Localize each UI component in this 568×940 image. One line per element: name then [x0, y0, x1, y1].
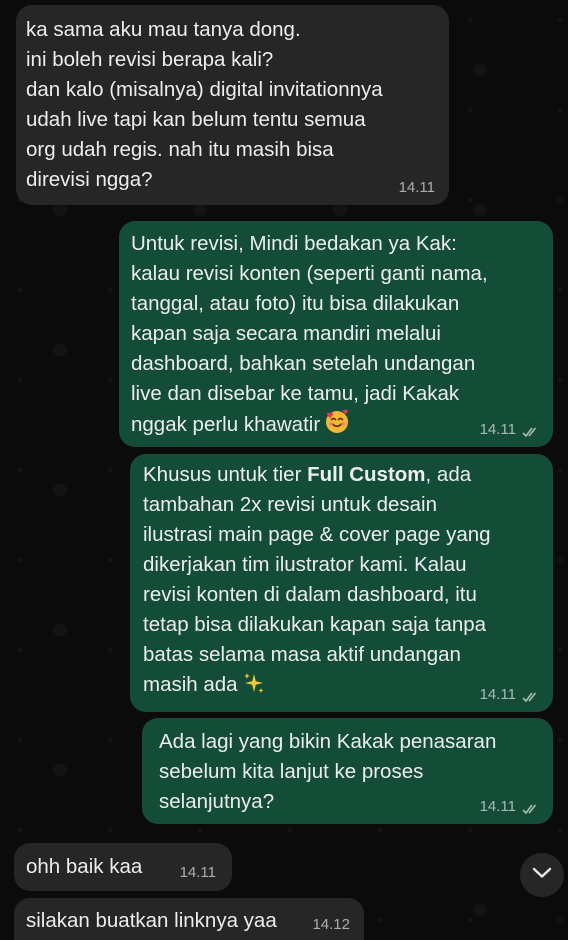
message-text-prefix: Khusus untuk tier [143, 463, 308, 486]
message-time: 14.11 [479, 421, 516, 438]
message-text-body: , ada tambahan 2x revisi untuk desain il… [143, 463, 491, 696]
message-meta: 14.11 [480, 421, 539, 439]
message-text-body: Untuk revisi, Mindi bedakan ya Kak: kala… [131, 232, 488, 436]
message-time: 14.11 [479, 686, 516, 703]
smiling-face-with-hearts-icon [324, 409, 350, 444]
double-check-icon [522, 425, 539, 437]
message-time: 14.11 [479, 798, 516, 815]
sparkles-icon [242, 671, 266, 704]
message-meta: 14.11 [399, 179, 435, 197]
scroll-to-bottom-button[interactable] [520, 853, 564, 897]
message-text: Khusus untuk tier Full Custom, ada tamba… [143, 460, 543, 704]
double-check-icon [522, 802, 539, 814]
incoming-message[interactable]: ohh baik kaa 14.11 [14, 843, 232, 891]
double-check-icon [522, 690, 539, 702]
message-meta: 14.11 [480, 686, 539, 704]
tier-name: Full Custom [307, 463, 426, 486]
outgoing-message[interactable]: Khusus untuk tier Full Custom, ada tamba… [130, 454, 553, 712]
message-text: Untuk revisi, Mindi bedakan ya Kak: kala… [131, 229, 543, 444]
incoming-message[interactable]: silakan buatkan linknya yaa 14.12 [14, 898, 364, 940]
outgoing-message[interactable]: Untuk revisi, Mindi bedakan ya Kak: kala… [119, 221, 553, 447]
message-meta: 14.11 [480, 798, 539, 816]
incoming-message[interactable]: ka sama aku mau tanya dong. ini boleh re… [16, 5, 449, 205]
message-meta: 14.11 [180, 864, 216, 882]
chevron-down-icon [532, 866, 552, 884]
message-time: 14.11 [179, 864, 216, 881]
message-time: 14.11 [398, 179, 435, 196]
message-text: ka sama aku mau tanya dong. ini boleh re… [26, 18, 383, 191]
chat-conversation: ka sama aku mau tanya dong. ini boleh re… [0, 0, 568, 940]
message-time: 14.12 [312, 916, 350, 933]
outgoing-message[interactable]: Ada lagi yang bikin Kakak penasaran sebe… [142, 718, 553, 824]
message-meta: 14.12 [312, 916, 350, 934]
